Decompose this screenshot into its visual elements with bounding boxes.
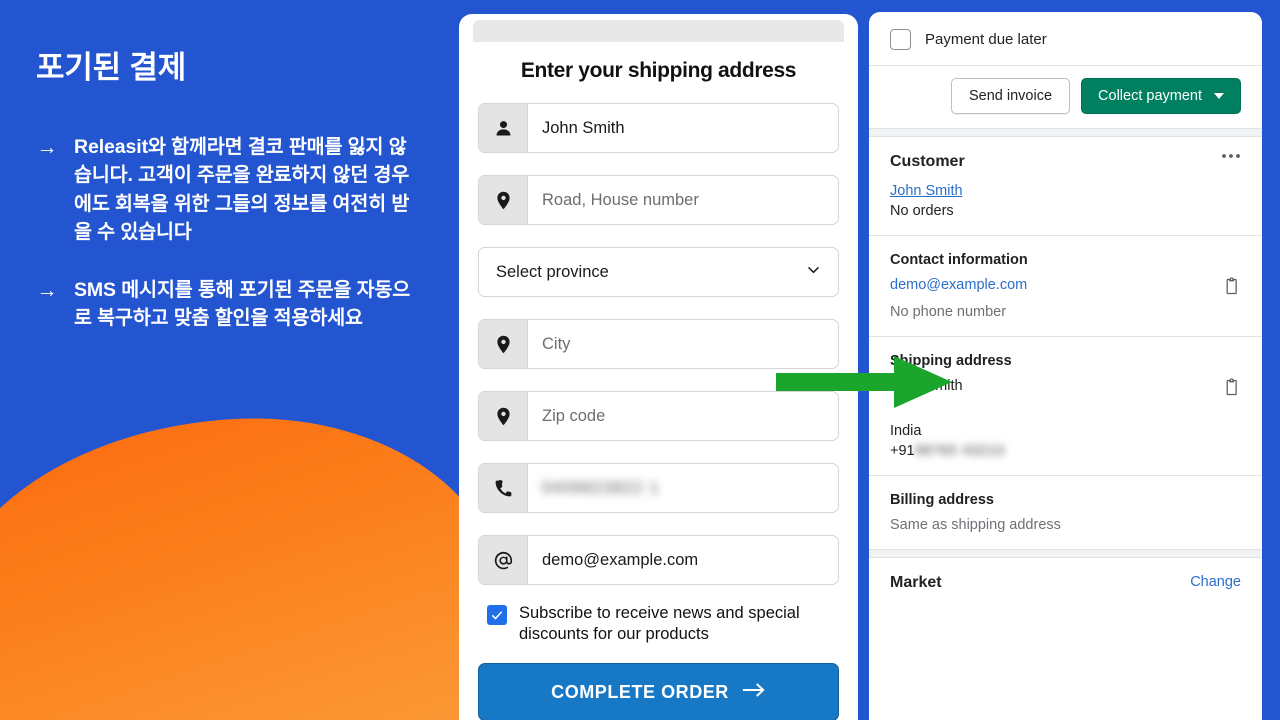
street-address-field[interactable]: Road, House number [478, 175, 839, 225]
full-name-value: John Smith [542, 118, 625, 137]
promo-panel: 포기된 결제 → Releasit와 함께라면 결코 판매를 잃지 않습니다. … [0, 0, 460, 720]
contact-phone: No phone number [890, 304, 1007, 320]
ellipsis-icon[interactable] [1221, 153, 1241, 159]
location-pin-icon [479, 320, 528, 368]
billing-address-title: Billing address [890, 492, 994, 508]
arrow-right-icon: → [36, 278, 58, 302]
contact-information-title: Contact information [890, 252, 1028, 268]
payment-due-later-label: Payment due later [925, 31, 1047, 48]
location-pin-icon [479, 176, 528, 224]
screenshot-root: 포기된 결제 → Releasit와 함께라면 결코 판매를 잃지 않습니다. … [0, 0, 1280, 720]
customer-orders-count: No orders [890, 203, 954, 219]
customer-name-link[interactable]: John Smith [890, 183, 963, 199]
promo-bullet-text: SMS 메시지를 통해 포기된 주문을 자동으로 복구하고 맞춤 할인을 적용하… [74, 279, 411, 330]
page-title: 포기된 결제 [36, 50, 187, 85]
browser-chrome-bar [473, 20, 844, 42]
phone-icon [479, 464, 528, 512]
at-sign-icon [479, 536, 528, 584]
billing-address-value: Same as shipping address [890, 517, 1061, 533]
market-section: Market Change [869, 558, 1262, 608]
phone-value: 0409823822 1 [542, 478, 660, 497]
shipping-phone-prefix: +91 [890, 443, 915, 459]
market-header: Market Change [890, 574, 1241, 592]
section-gap [869, 128, 1262, 137]
clipboard-copy-icon[interactable] [1224, 378, 1241, 401]
arrow-right-icon [742, 681, 766, 704]
market-change-link[interactable]: Change [1190, 574, 1241, 590]
send-invoice-button[interactable]: Send invoice [951, 78, 1071, 114]
collect-payment-label: Collect payment [1098, 88, 1202, 104]
chevron-down-icon [1214, 93, 1224, 99]
promo-bullet-1: → Releasit와 함께라면 결코 판매를 잃지 않습니다. 고객이 주문을… [36, 133, 424, 246]
arrow-right-icon: → [36, 135, 58, 159]
complete-order-button[interactable]: COMPLETE ORDER [478, 663, 839, 720]
province-select[interactable]: Select province [478, 247, 839, 297]
province-select-value: Select province [496, 262, 609, 281]
subscribe-checkbox[interactable] [487, 605, 507, 625]
contact-information-section: Contact information demo@example.com No … [869, 236, 1262, 336]
complete-order-label: COMPLETE ORDER [551, 681, 729, 702]
contact-email-row: demo@example.com [890, 277, 1241, 300]
payment-due-later-checkbox[interactable] [890, 29, 911, 50]
contact-email[interactable]: demo@example.com [890, 277, 1027, 293]
promo-bullet-list: → Releasit와 함께라면 결코 판매를 잃지 않습니다. 고객이 주문을… [36, 133, 424, 333]
email-field[interactable]: demo@example.com [478, 535, 839, 585]
customer-section: Customer John Smith No orders [869, 137, 1262, 235]
green-pointer-arrow [776, 356, 952, 408]
market-title: Market [890, 574, 942, 591]
section-gap [869, 549, 1262, 558]
checkout-heading: Enter your shipping address [520, 59, 797, 82]
subscribe-checkbox-row[interactable]: Subscribe to receive news and special di… [487, 603, 839, 645]
promo-bullet-2: → SMS 메시지를 통해 포기된 주문을 자동으로 복구하고 맞춤 할인을 적… [36, 276, 424, 333]
email-value: demo@example.com [542, 550, 699, 569]
shipping-phone-row: +91 98765 43210 [890, 443, 1241, 459]
customer-title: Customer [890, 153, 965, 170]
billing-address-section: Billing address Same as shipping address [869, 476, 1262, 549]
customer-header: Customer [890, 153, 1241, 171]
collect-payment-button[interactable]: Collect payment [1081, 78, 1241, 114]
chevron-down-icon [805, 261, 822, 283]
phone-field[interactable]: 0409823822 1 [478, 463, 839, 513]
full-name-field[interactable]: John Smith [478, 103, 839, 153]
promo-bullet-text: Releasit와 함께라면 결코 판매를 잃지 않습니다. 고객이 주문을 완… [74, 136, 410, 243]
payment-due-later-row[interactable]: Payment due later [869, 12, 1262, 65]
shipping-country: India [890, 423, 922, 439]
location-pin-icon [479, 392, 528, 440]
clipboard-copy-icon[interactable] [1224, 277, 1241, 300]
shipping-phone-number: 98765 43210 [914, 443, 1005, 459]
person-icon [479, 104, 528, 152]
payment-actions-row: Send invoice Collect payment [869, 66, 1262, 128]
street-address-placeholder: Road, House number [542, 190, 699, 209]
subscribe-label: Subscribe to receive news and special di… [519, 604, 800, 644]
